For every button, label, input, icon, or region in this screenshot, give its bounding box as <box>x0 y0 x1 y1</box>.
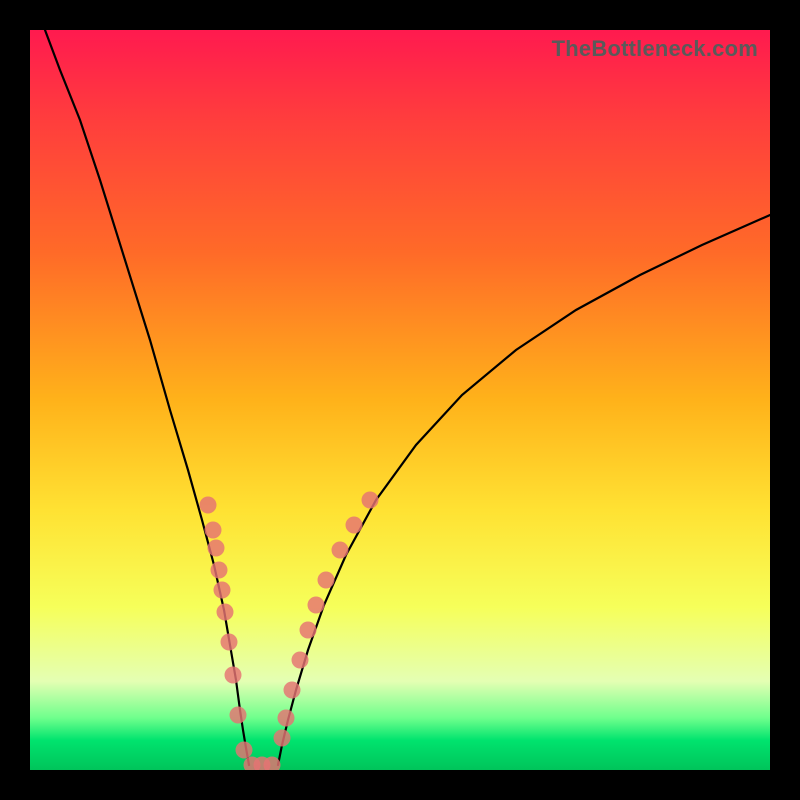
data-point <box>274 730 291 747</box>
data-point <box>200 497 217 514</box>
data-point <box>208 540 225 557</box>
data-point <box>318 572 335 589</box>
data-point <box>308 597 325 614</box>
left-curve <box>45 30 249 765</box>
data-point <box>214 582 231 599</box>
data-point <box>332 542 349 559</box>
data-points <box>200 492 379 771</box>
plot-area: TheBottleneck.com <box>30 30 770 770</box>
data-point <box>217 604 234 621</box>
data-point <box>346 517 363 534</box>
data-point <box>230 707 247 724</box>
data-point <box>225 667 242 684</box>
chart-svg <box>30 30 770 770</box>
data-point <box>221 634 238 651</box>
data-point <box>292 652 309 669</box>
data-point <box>278 710 295 727</box>
right-curve <box>278 215 770 765</box>
chart-frame: TheBottleneck.com <box>0 0 800 800</box>
data-point <box>236 742 253 759</box>
data-point <box>362 492 379 509</box>
data-point <box>284 682 301 699</box>
data-point <box>300 622 317 639</box>
data-point <box>205 522 222 539</box>
data-point <box>211 562 228 579</box>
